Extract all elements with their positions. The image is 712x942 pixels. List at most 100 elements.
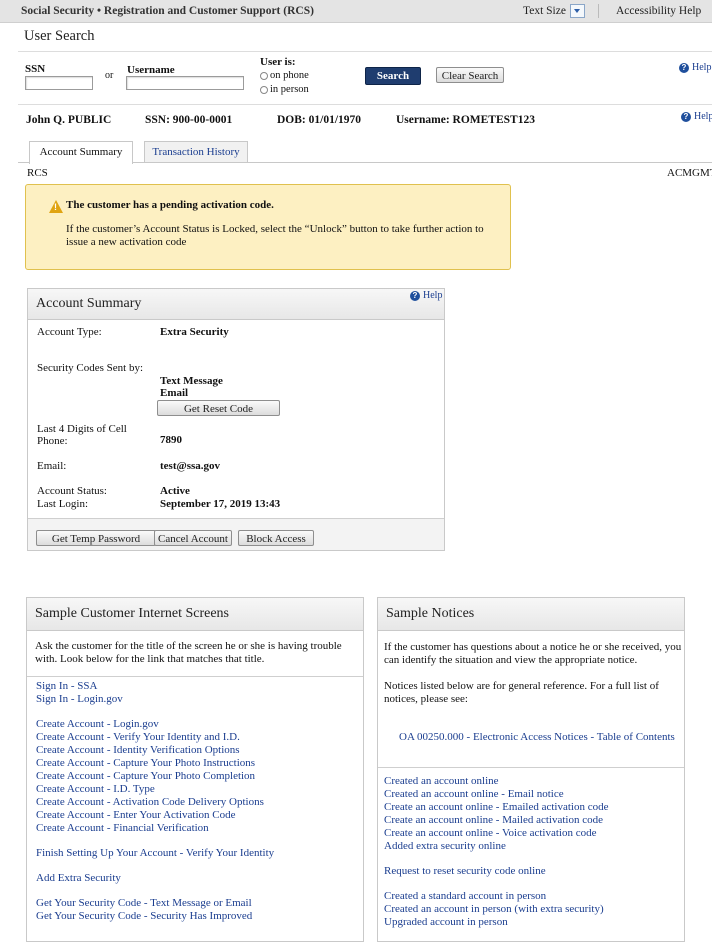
internet-screens-intro: Ask the customer for the title of the sc… [35,640,342,665]
help-link[interactable]: ? Help [681,111,712,122]
in-person-label: in person [270,84,309,95]
username-label: Username: [396,114,450,126]
notice-link[interactable]: Create an account online - Emailed activ… [384,801,609,813]
notice-link[interactable]: Created a standard account in person [384,890,546,902]
internet-screen-link[interactable]: Create Account - Login.gov [36,718,159,730]
search-button[interactable]: Search [365,67,421,85]
divider [18,51,712,52]
on-phone-label: on phone [270,70,309,81]
customer-name: John Q. PUBLIC [26,114,112,126]
internet-screen-link[interactable]: Create Account - Financial Verification [36,822,209,834]
toc-link[interactable]: OA 00250.000 - Electronic Access Notices… [399,731,675,743]
help-icon: ? [681,111,691,122]
user-is-label: User is: [260,56,296,68]
help-link[interactable]: ? Help [410,290,442,301]
account-type-value: Extra Security [160,326,229,338]
help-icon: ? [410,290,420,301]
or-label: or [105,70,114,81]
radio-button[interactable] [260,85,268,94]
get-temp-password-button[interactable]: Get Temp Password [36,530,156,546]
username-label: Username [127,64,175,76]
notice-link[interactable]: Request to reset security code online [384,865,546,877]
text-size-label: Text Size [523,5,566,17]
email-value: test@ssa.gov [160,460,221,472]
panel-header: Sample Notices [378,598,684,631]
internet-screen-link[interactable]: Get Your Security Code - Text Message or… [36,897,252,909]
internet-screen-link[interactable]: Create Account - Capture Your Photo Inst… [36,757,255,769]
in-person-option[interactable]: in person [260,84,309,95]
notices-intro: If the customer has questions about a no… [384,641,682,666]
cell-label-2: Phone: [37,435,68,447]
notice-link[interactable]: Created an account in person (with extra… [384,903,604,915]
text-size-dropdown[interactable] [570,4,585,18]
notices-intro-2: Notices listed below are for general ref… [384,680,659,705]
username-value: ROMETEST123 [452,114,535,126]
internet-screen-link[interactable]: Finish Setting Up Your Account - Verify … [36,847,274,859]
tab-transaction-history[interactable]: Transaction History [144,141,248,162]
help-label: Help [423,290,443,301]
context-left: RCS [27,167,48,179]
top-bar: Social Security • Registration and Custo… [0,0,712,23]
codes-method-email: Email [160,387,189,399]
on-phone-option[interactable]: on phone [260,70,309,81]
radio-button[interactable] [260,71,268,80]
internet-screen-link[interactable]: Create Account - Activation Code Deliver… [36,796,264,808]
last-login-label: Last Login: [37,498,89,510]
block-access-button[interactable]: Block Access [238,530,314,546]
page-title: User Search [24,28,95,44]
pending-activation-alert: ! The customer has a pending activation … [25,184,511,270]
clear-search-button[interactable]: Clear Search [436,67,504,83]
chevron-down-icon [574,9,580,13]
internet-screen-link[interactable]: Sign In - Login.gov [36,693,123,705]
divider [27,676,363,677]
account-summary-panel: Account Summary ? Help Account Type: Extr… [27,288,445,551]
notice-link[interactable]: Created an account online - Email notice [384,788,564,800]
get-reset-code-button[interactable]: Get Reset Code [157,400,280,416]
cell-value: 7890 [160,434,182,446]
accessibility-help-link[interactable]: Accessibility Help [616,5,701,17]
cell-label: Last 4 Digits of Cell [37,423,127,435]
tab-account-summary[interactable]: Account Summary [29,141,133,164]
alert-title: The customer has a pending activation co… [66,199,274,211]
status-label: Account Status: [37,485,107,497]
internet-screen-link[interactable]: Create Account - I.D. Type [36,783,155,795]
account-type-label: Account Type: [37,326,102,338]
divider [18,104,712,105]
panel-title: Account Summary [36,296,142,311]
help-icon: ? [679,62,689,73]
panel-title: Sample Notices [386,606,475,621]
customer-username: Username: ROMETEST123 [396,114,535,126]
ssn-label: SSN [25,63,46,75]
notice-link[interactable]: Created an account online [384,775,499,787]
codes-method-text: Text Message [160,375,223,387]
internet-screen-link[interactable]: Sign In - SSA [36,680,97,692]
internet-screen-link[interactable]: Create Account - Capture Your Photo Comp… [36,770,255,782]
internet-screen-link[interactable]: Add Extra Security [36,872,121,884]
internet-screen-link[interactable]: Get Your Security Code - Security Has Im… [36,910,252,922]
divider [378,767,684,768]
notices-panel: Sample Notices If the customer has quest… [377,597,685,942]
panel-header: Sample Customer Internet Screens [27,598,363,631]
help-link[interactable]: ? Help [679,62,711,73]
internet-screen-link[interactable]: Create Account - Identity Verification O… [36,744,240,756]
notice-link[interactable]: Added extra security online [384,840,506,852]
username-input[interactable] [126,76,244,90]
divider [598,4,599,18]
notice-link[interactable]: Upgraded account in person [384,916,508,928]
panel-title: Sample Customer Internet Screens [35,606,230,621]
alert-body: If the customer’s Account Status is Lock… [66,223,484,248]
status-value: Active [160,485,190,497]
internet-screen-link[interactable]: Create Account - Enter Your Activation C… [36,809,236,821]
help-label: Help [692,62,712,73]
codes-sent-label: Security Codes Sent by: [37,362,144,374]
ssn-input[interactable] [25,76,93,90]
internet-screen-link[interactable]: Create Account - Verify Your Identity an… [36,731,240,743]
notice-link[interactable]: Create an account online - Voice activat… [384,827,596,839]
internet-screens-panel: Sample Customer Internet Screens Ask the… [26,597,364,942]
customer-ssn: SSN: 900-00-0001 [145,114,233,126]
help-label: Help [694,111,712,122]
cancel-account-button[interactable]: Cancel Account [154,530,232,546]
notice-link[interactable]: Create an account online - Mailed activa… [384,814,603,826]
app-title: Social Security • Registration and Custo… [21,5,314,17]
warning-icon: ! [49,200,63,213]
